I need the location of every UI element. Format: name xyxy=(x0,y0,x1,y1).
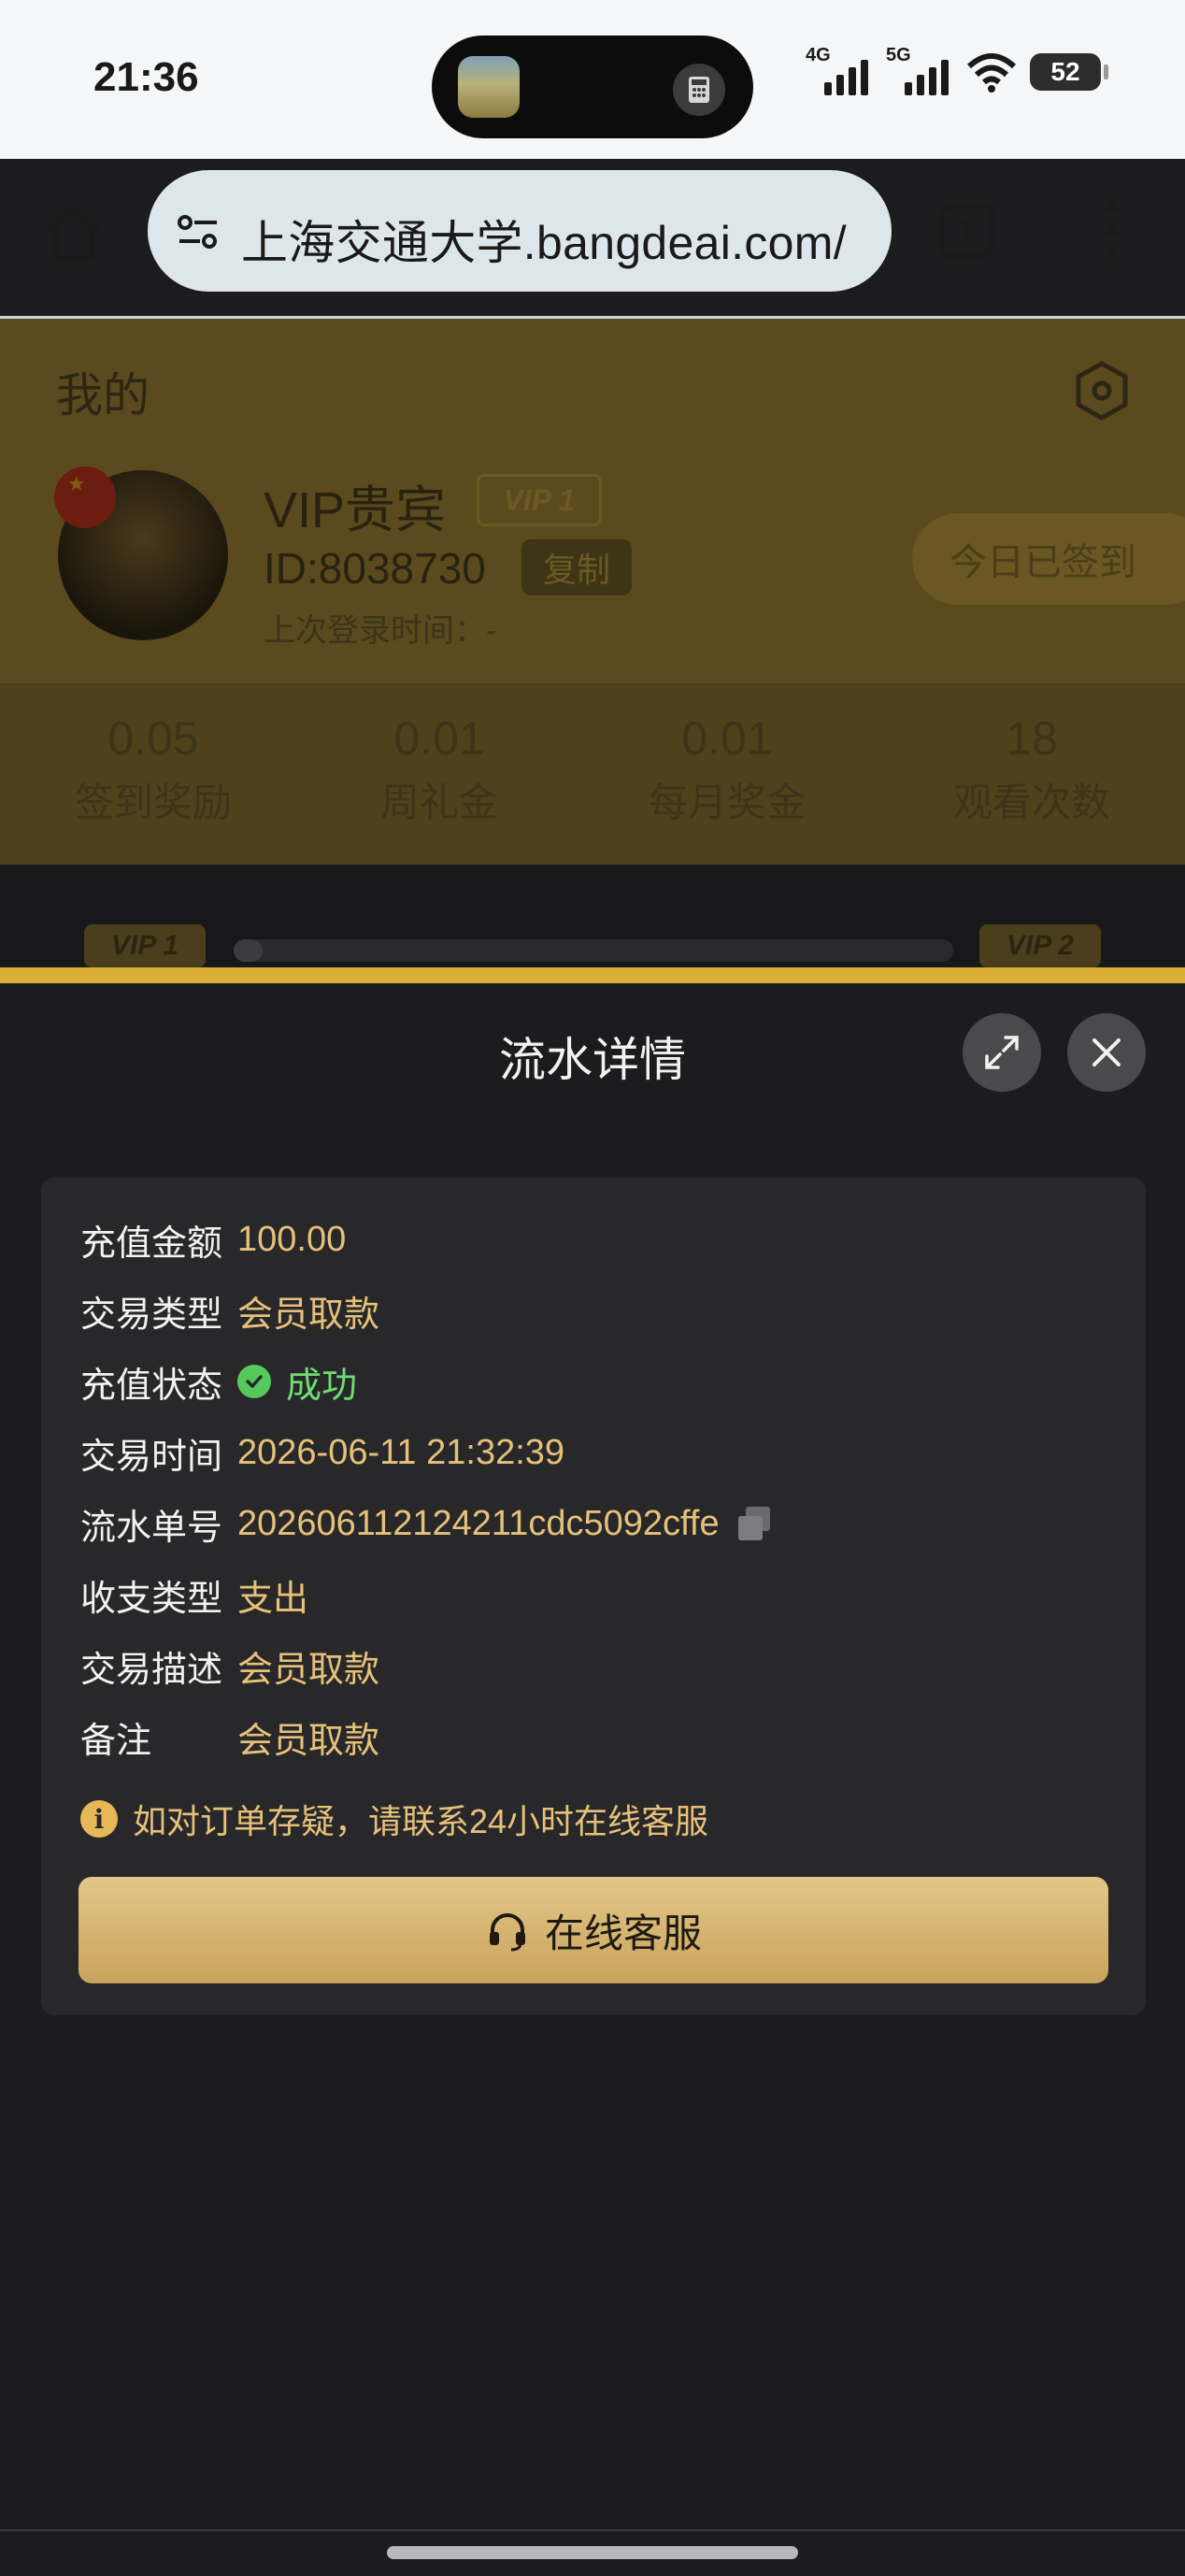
status-icons: 4G 5G 52 xyxy=(806,45,1108,95)
vip-level-badge: VIP 1 xyxy=(477,474,602,526)
copy-id-button[interactable]: 复制 xyxy=(521,539,632,595)
success-check-icon xyxy=(237,1365,271,1398)
stats-bar: 0.05 签到奖励 0.01 周礼金 0.01 每月奖金 18 观看次数 xyxy=(0,683,1185,865)
transaction-detail-sheet: 流水详情 充值金额 100.00 交易类型 会员取款 充值状态 成功 交易时间 … xyxy=(0,983,1185,2576)
last-login-time: 上次登录时间：- xyxy=(264,613,497,649)
checkin-button[interactable]: 今日已签到 xyxy=(912,513,1185,605)
detail-card: 充值金额 100.00 交易类型 会员取款 充值状态 成功 交易时间 2026-… xyxy=(41,1178,1146,2015)
row-value: 会员取款 xyxy=(237,1295,380,1335)
stat-item[interactable]: 18 观看次数 xyxy=(910,711,1153,828)
row-key: 交易描述 xyxy=(80,1650,223,1690)
row-key: 交易时间 xyxy=(80,1437,223,1477)
media-thumbnail xyxy=(458,56,520,118)
stat-item[interactable]: 0.01 每月奖金 xyxy=(606,711,849,828)
row-key: 充值状态 xyxy=(80,1366,223,1406)
online-service-button[interactable]: 在线客服 xyxy=(79,1877,1108,1983)
nav-divider xyxy=(0,2529,1185,2531)
stat-value: 18 xyxy=(1006,712,1058,765)
home-icon[interactable] xyxy=(41,201,107,266)
home-indicator[interactable] xyxy=(387,2546,798,2559)
detail-row-type: 交易类型 会员取款 xyxy=(80,1282,379,1338)
stat-value: 0.01 xyxy=(681,712,773,765)
stat-value: 0.05 xyxy=(107,712,199,765)
row-key: 收支类型 xyxy=(80,1579,223,1619)
expand-icon xyxy=(985,1036,1019,1069)
site-settings-icon[interactable] xyxy=(172,206,224,258)
tab-switcher-button[interactable]: 1 xyxy=(938,204,994,258)
close-button[interactable] xyxy=(1067,1013,1146,1092)
row-key: 备注 xyxy=(80,1721,152,1761)
settings-icon[interactable] xyxy=(1071,360,1133,422)
row-key: 交易类型 xyxy=(80,1295,223,1335)
url-text[interactable]: 上海交通大学.bangdeai.com/ xyxy=(241,206,847,273)
row-key: 充值金额 xyxy=(80,1224,223,1264)
detail-row-amount: 充值金额 100.00 xyxy=(80,1211,346,1267)
battery-icon: 52 xyxy=(1030,53,1108,91)
stat-label: 签到奖励 xyxy=(74,780,232,824)
stat-label: 观看次数 xyxy=(952,780,1110,824)
username: VIP贵宾 xyxy=(264,482,447,538)
profile-header: 我的 VIP贵宾 VIP 1 ID:8038730 复制 上次登录时间：- 今日… xyxy=(0,319,1185,683)
row-value: 2026-06-11 21:32:39 xyxy=(237,1432,565,1472)
stat-label: 周礼金 xyxy=(379,780,498,824)
detail-row-order-no: 流水单号 202606112124211cdc5092cffe xyxy=(80,1496,774,1552)
close-icon xyxy=(1092,1038,1121,1066)
headset-icon xyxy=(489,1913,525,1952)
support-notice: i 如对订单存疑，请联系24小时在线客服 xyxy=(80,1795,708,1843)
detail-row-time: 交易时间 2026-06-11 21:32:39 xyxy=(80,1424,564,1481)
vip-progress-track xyxy=(234,939,953,962)
screen: 21:36 4G 5G 52 上海交通大学.bangdeai.com/ 1 我的… xyxy=(0,0,1185,2576)
copy-icon[interactable] xyxy=(736,1505,774,1542)
detail-row-remark: 备注 会员取款 xyxy=(80,1709,379,1765)
country-flag-icon xyxy=(54,466,116,528)
info-icon: i xyxy=(80,1800,118,1838)
signal-5g-icon: 5G xyxy=(886,45,953,95)
stat-item[interactable]: 0.05 签到奖励 xyxy=(32,711,275,828)
vip-current-tag: VIP 1 xyxy=(84,924,206,967)
service-button-label: 在线客服 xyxy=(544,1911,702,1955)
order-number-text: 202606112124211cdc5092cffe xyxy=(237,1503,720,1543)
wifi-icon xyxy=(966,53,1017,93)
row-value: 会员取款 xyxy=(237,1650,380,1690)
row-value: 会员取款 xyxy=(237,1721,380,1761)
notice-text: 如对订单存疑，请联系24小时在线客服 xyxy=(133,1802,709,1840)
vip-progress-fill xyxy=(234,939,263,962)
stat-label: 每月奖金 xyxy=(648,780,806,824)
calculator-icon xyxy=(673,64,725,116)
page-title: 我的 xyxy=(56,369,150,422)
stat-value: 0.01 xyxy=(393,712,485,765)
status-time: 21:36 xyxy=(93,54,199,100)
status-bar: 21:36 4G 5G 52 xyxy=(0,0,1185,159)
detail-row-direction: 收支类型 支出 xyxy=(80,1567,308,1623)
stat-item[interactable]: 0.01 周礼金 xyxy=(318,711,561,828)
more-menu-icon[interactable] xyxy=(1093,198,1131,264)
vip-next-tag: VIP 2 xyxy=(979,924,1101,967)
address-bar[interactable]: 上海交通大学.bangdeai.com/ xyxy=(148,170,892,292)
row-value: 支出 xyxy=(237,1579,309,1619)
expand-button[interactable] xyxy=(963,1013,1041,1092)
row-value: 100.00 xyxy=(237,1219,347,1259)
status-value: 成功 xyxy=(237,1356,357,1408)
vip-progress-section: VIP 1 VIP 2 xyxy=(0,865,1185,967)
detail-row-description: 交易描述 会员取款 xyxy=(80,1638,379,1694)
status-text: 成功 xyxy=(286,1366,358,1406)
user-id: ID:8038730 xyxy=(264,544,486,593)
dynamic-island xyxy=(432,36,753,138)
order-number: 202606112124211cdc5092cffe xyxy=(237,1504,774,1544)
detail-row-status: 充值状态 成功 xyxy=(80,1353,357,1410)
signal-4g-icon: 4G xyxy=(806,45,873,95)
row-key: 流水单号 xyxy=(80,1508,223,1548)
